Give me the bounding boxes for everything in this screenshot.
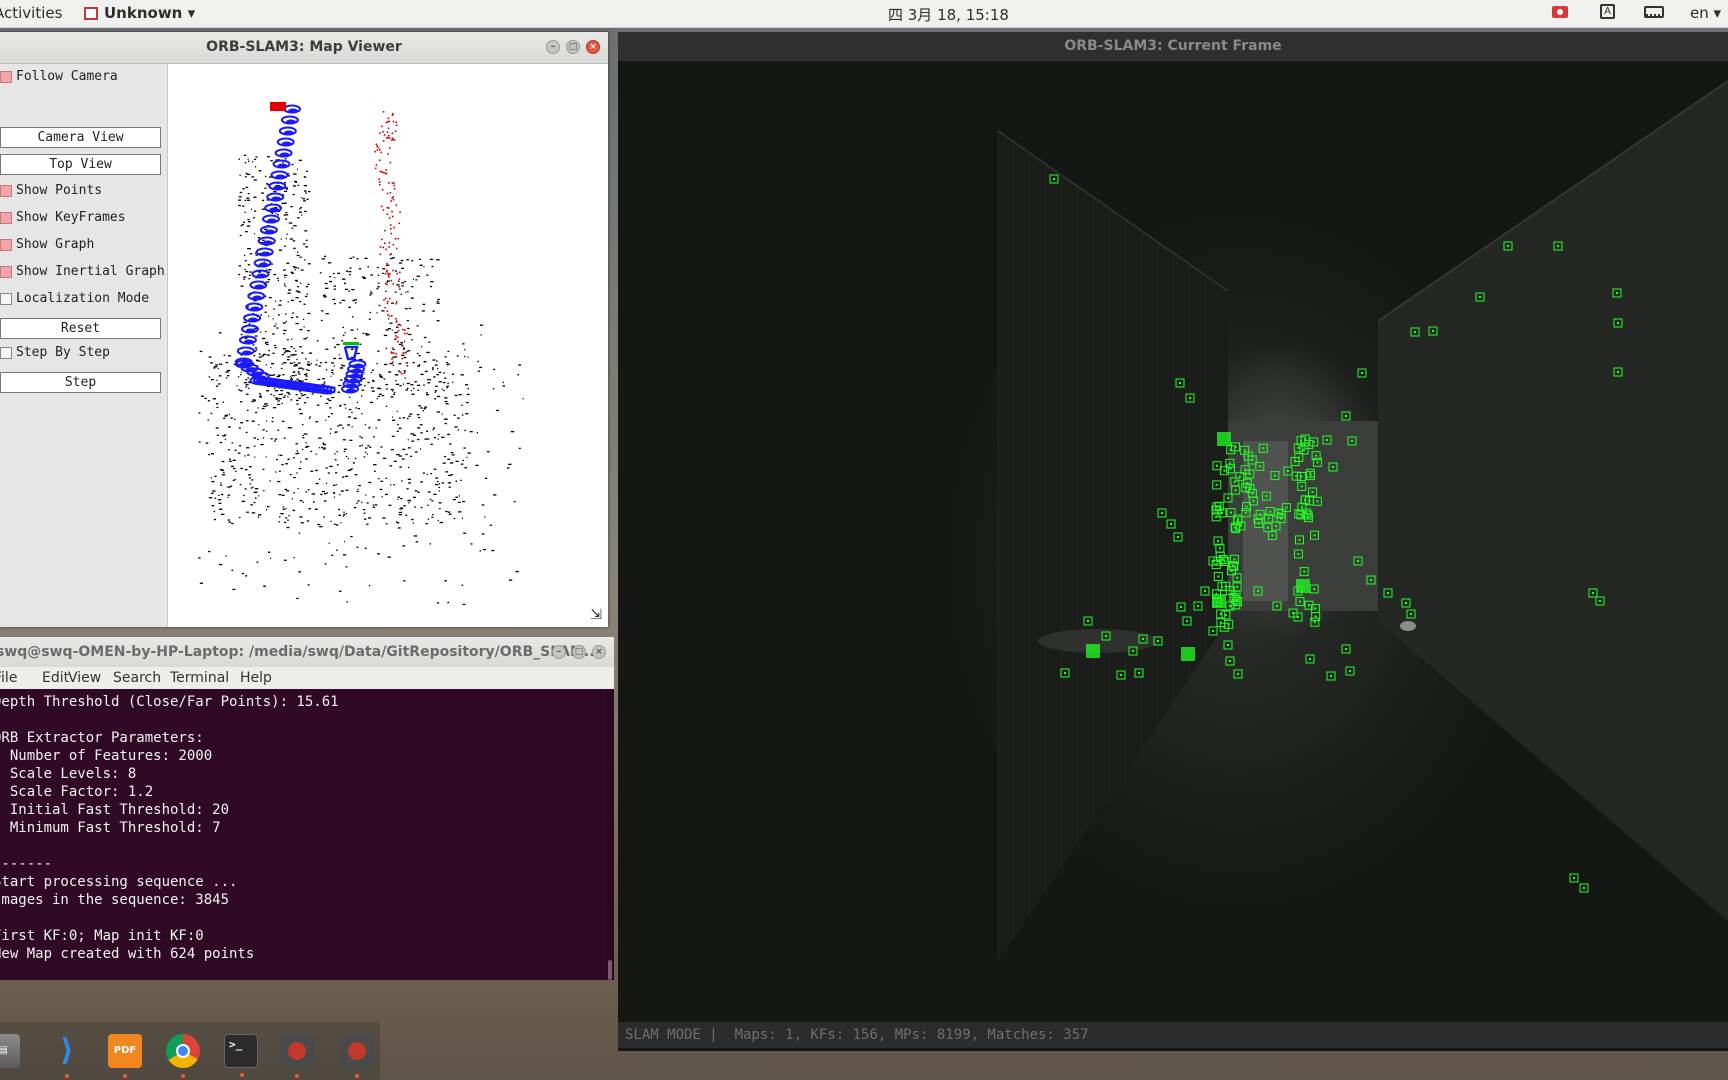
terminal-line: Images in the sequence: 3845 — [0, 892, 230, 908]
menu-help[interactable]: Help — [240, 667, 272, 689]
terminal-line: - Minimum Fast Threshold: 7 — [0, 820, 221, 836]
control-panel: Follow Camera Camera View Top View Show … — [0, 64, 168, 627]
camera-view-button[interactable]: Camera View — [0, 127, 161, 148]
checkbox-icon — [0, 212, 12, 224]
current-frame-title: ORB-SLAM3: Current Frame — [1064, 38, 1282, 54]
terminal-line: - Number of Features: 2000 — [0, 748, 213, 764]
current-frame-window: ORB-SLAM3: Current Frame SLAM MODE | Map… — [618, 32, 1728, 1051]
maximize-button[interactable]: □ — [566, 40, 580, 54]
menu-edit[interactable]: Edit — [42, 667, 69, 689]
top-bar: Activities Unknown ▾ 四 3月 18, 15:18 A en… — [0, 0, 1728, 28]
menu-search[interactable]: Search — [113, 667, 161, 689]
close-button[interactable]: × — [592, 645, 606, 659]
reset-button[interactable]: Reset — [0, 318, 161, 339]
step-button[interactable]: Step — [0, 372, 161, 393]
checkbox-icon — [0, 347, 12, 359]
checkbox-icon — [0, 185, 12, 197]
map-3d-view[interactable]: ⇲ — [168, 64, 608, 627]
maximize-button[interactable]: □ — [572, 645, 586, 659]
terminal-line: New Map created with 624 points — [0, 946, 255, 962]
resize-grip-icon[interactable]: ⇲ — [590, 607, 602, 623]
vscode-icon[interactable]: ⟩ — [50, 1034, 84, 1078]
minimize-button[interactable]: – — [552, 645, 566, 659]
terminal-menubar: File Edit View Search Terminal Help — [0, 667, 614, 689]
menu-view[interactable]: View — [68, 667, 101, 689]
terminal-icon[interactable]: >_ — [224, 1034, 258, 1077]
files-icon[interactable]: ▤ — [0, 1034, 20, 1068]
activities-button[interactable]: Activities — [0, 4, 62, 22]
close-button[interactable]: × — [586, 40, 600, 54]
checkbox-icon — [0, 266, 12, 278]
orbslam-map-icon[interactable] — [280, 1034, 314, 1078]
language-indicator[interactable]: en ▾ — [1690, 4, 1721, 22]
terminal-line: - Scale Levels: 8 — [0, 766, 137, 782]
terminal-line: ------- — [0, 856, 53, 872]
menu-file[interactable]: File — [0, 667, 17, 689]
map-point-cloud[interactable] — [168, 64, 608, 627]
terminal-output[interactable]: Depth Threshold (Close/Far Points): 15.6… — [0, 689, 606, 980]
slam-status-bar: SLAM MODE | Maps: 1, KFs: 156, MPs: 8199… — [618, 1022, 1728, 1048]
terminal-line: ORB Extractor Parameters: — [0, 730, 204, 746]
checkbox-icon — [0, 293, 12, 305]
chrome-icon[interactable] — [166, 1034, 200, 1078]
checkbox-icon — [0, 71, 12, 83]
accessibility-icon[interactable]: A — [1600, 4, 1615, 19]
current-frame-titlebar[interactable]: ORB-SLAM3: Current Frame — [618, 32, 1728, 61]
terminal-title: swq@swq-OMEN-by-HP-Laptop: /media/swq/Da… — [0, 644, 600, 660]
camera-frame-image — [997, 80, 1728, 961]
menu-terminal[interactable]: Terminal — [170, 667, 229, 689]
terminal-line: First KF:0; Map init KF:0 — [0, 928, 204, 944]
orbslam-frame-icon[interactable] — [340, 1034, 374, 1078]
terminal-line: - Scale Factor: 1.2 — [0, 784, 154, 800]
terminal-scrollbar[interactable] — [606, 689, 614, 980]
app-menu-button[interactable]: Unknown ▾ — [104, 4, 195, 22]
terminal-line: Depth Threshold (Close/Far Points): 15.6… — [0, 694, 339, 710]
map-viewer-titlebar[interactable]: ORB-SLAM3: Map Viewer – □ × — [0, 32, 608, 64]
map-viewer-title: ORB-SLAM3: Map Viewer — [206, 39, 402, 55]
keyboard-icon[interactable] — [1644, 6, 1664, 18]
pdf-editor-icon[interactable]: PDF — [108, 1034, 142, 1078]
map-viewer-window: ORB-SLAM3: Map Viewer – □ × Follow Camer… — [0, 32, 608, 627]
terminal-window: swq@swq-OMEN-by-HP-Laptop: /media/swq/Da… — [0, 637, 614, 980]
checkbox-icon — [0, 239, 12, 251]
screen-record-icon[interactable] — [1552, 6, 1568, 18]
terminal-titlebar[interactable]: swq@swq-OMEN-by-HP-Laptop: /media/swq/Da… — [0, 637, 614, 668]
minimize-button[interactable]: – — [546, 40, 560, 54]
dock: ▤ ⟩ PDF >_ — [0, 1022, 380, 1080]
camera-frame-view[interactable] — [618, 61, 1728, 1051]
app-menu-icon — [84, 7, 98, 20]
terminal-line: - Initial Fast Threshold: 20 — [0, 802, 230, 818]
terminal-line: Start processing sequence ... — [0, 874, 238, 890]
clock[interactable]: 四 3月 18, 15:18 — [888, 4, 1009, 25]
top-view-button[interactable]: Top View — [0, 154, 161, 175]
